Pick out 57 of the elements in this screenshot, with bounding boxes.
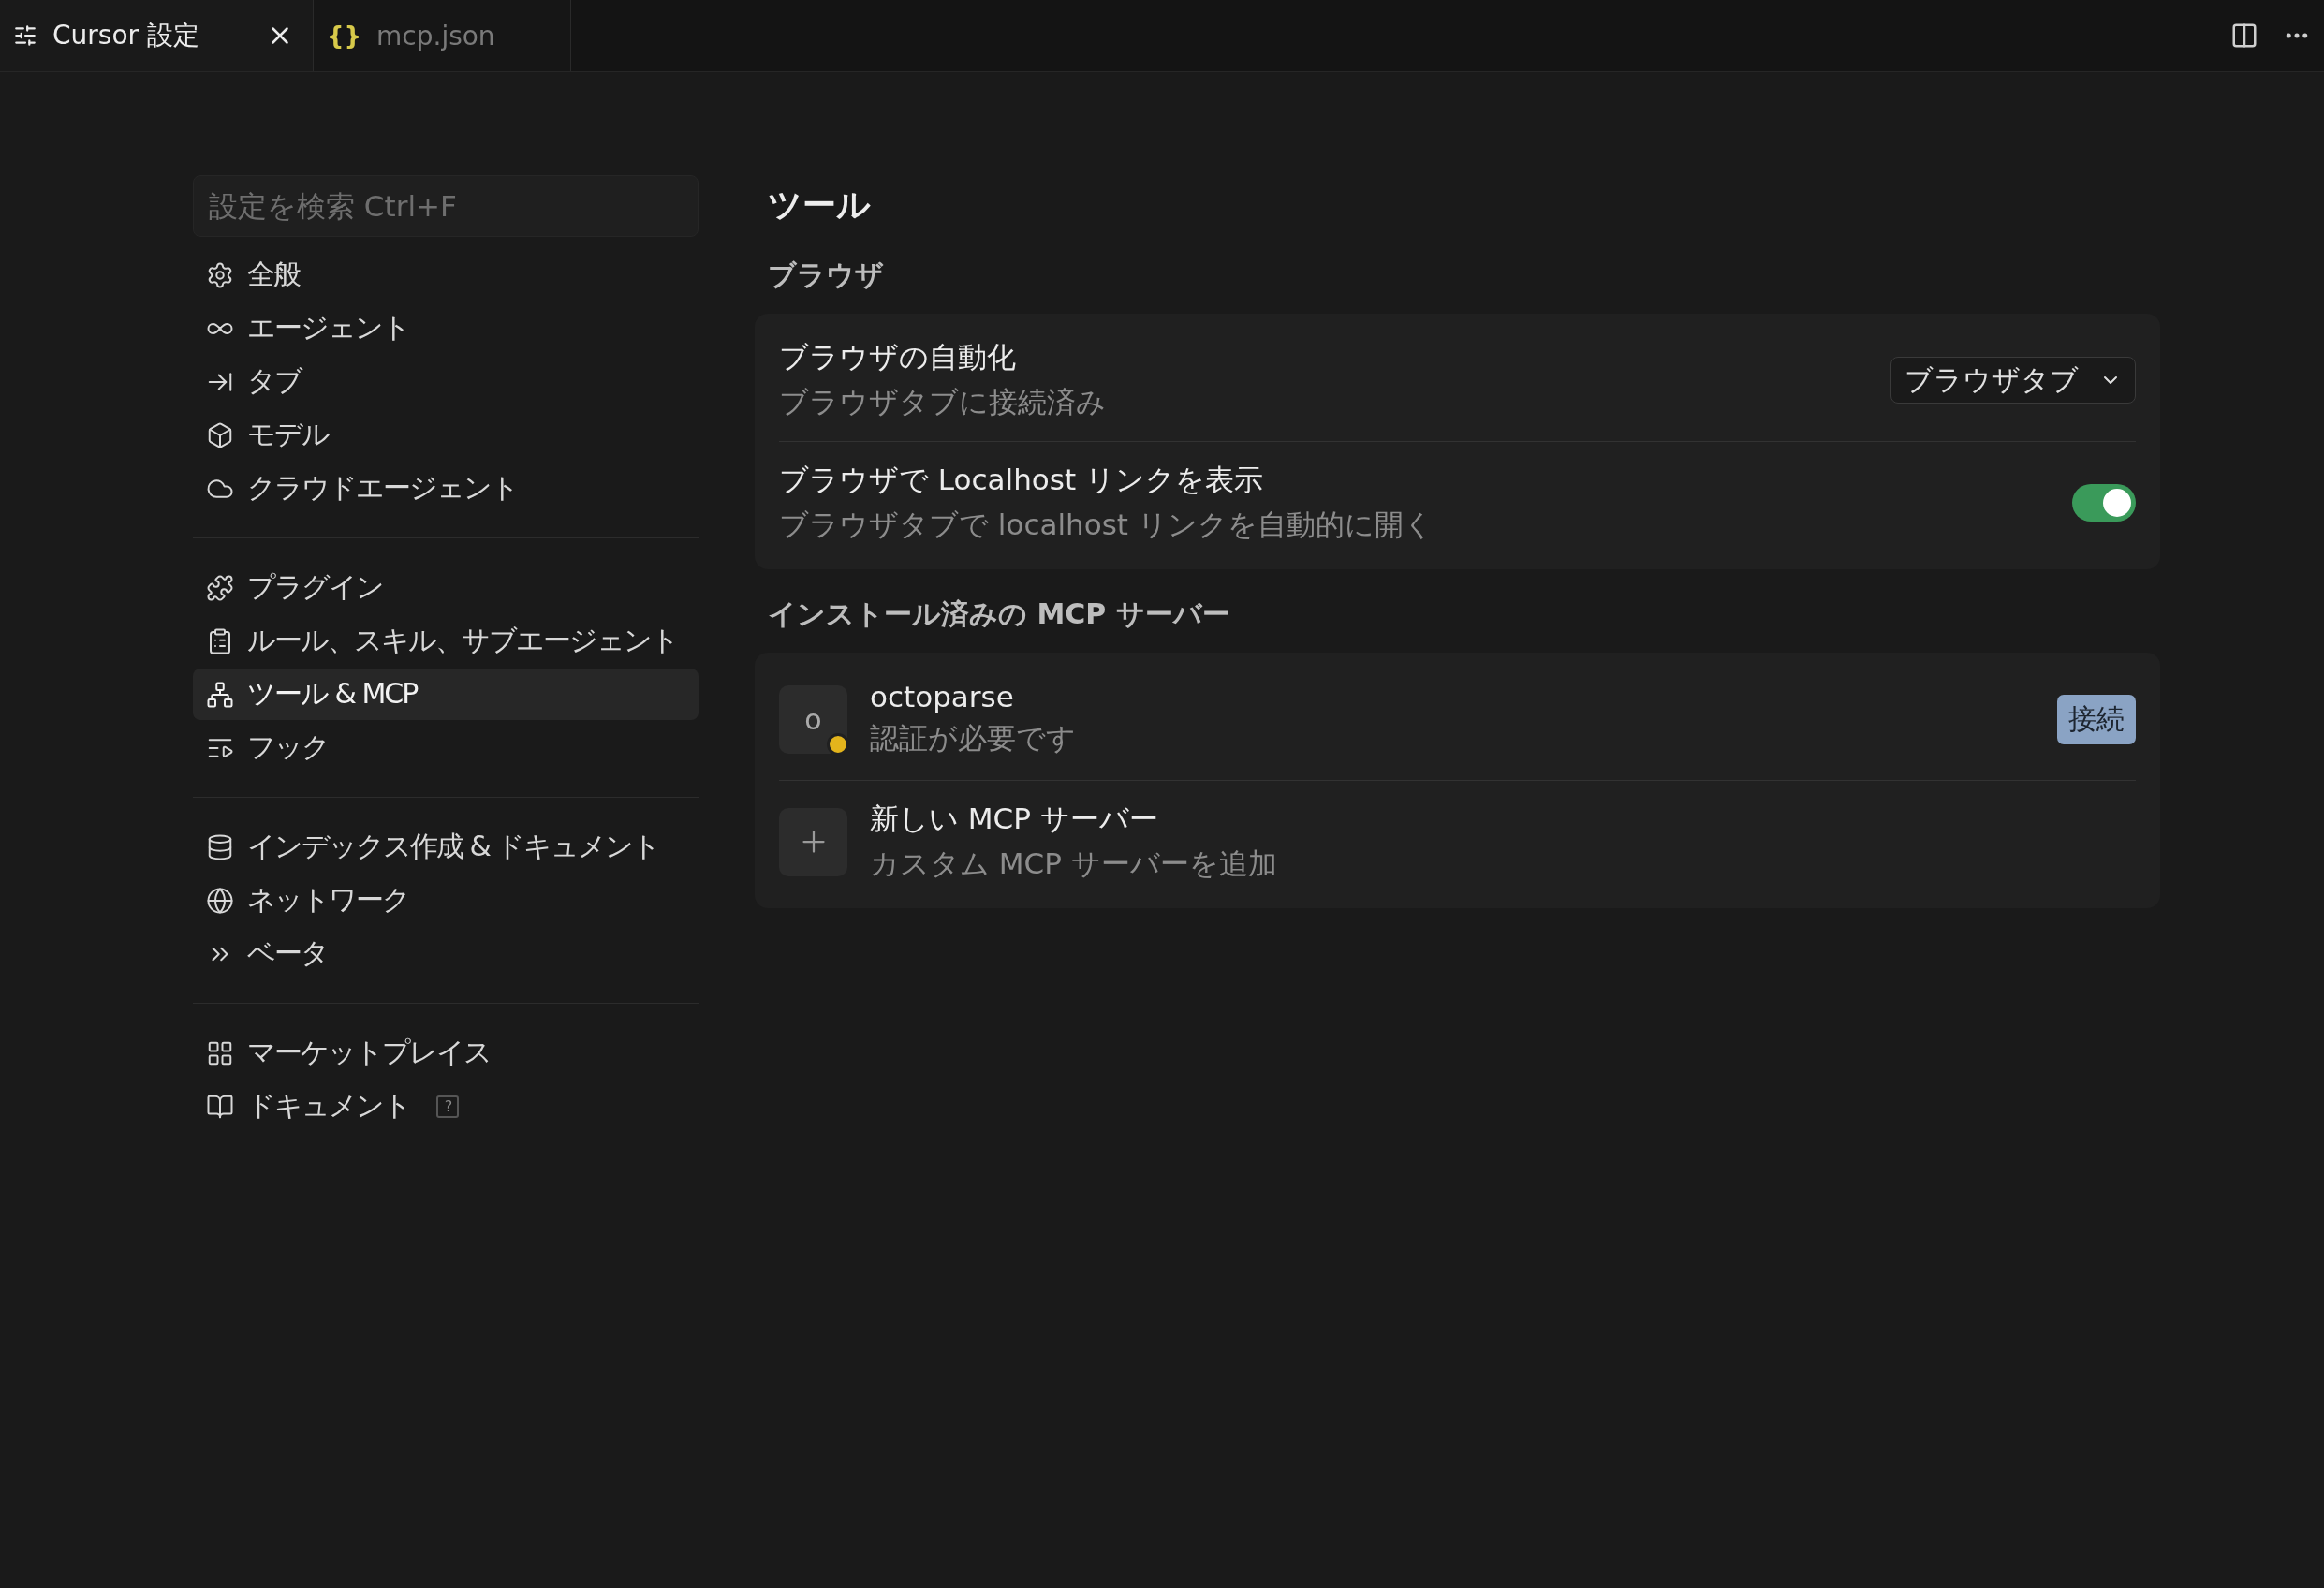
sidebar-item-label: ルール、スキル、サブエージェント bbox=[247, 623, 678, 658]
sidebar-item[interactable]: プラグイン bbox=[193, 562, 699, 613]
database-icon bbox=[206, 832, 234, 861]
toggle-switch[interactable] bbox=[2072, 484, 2136, 522]
row-title: ブラウザの自動化 bbox=[779, 339, 1017, 375]
split-editor-icon[interactable] bbox=[2230, 22, 2258, 50]
editor-tab[interactable]: Cursor 設定 bbox=[0, 0, 314, 71]
page-title: ツール bbox=[767, 184, 872, 226]
sidebar-item[interactable]: 全般 bbox=[193, 249, 699, 301]
row-title: ブラウザで Localhost リンクを表示 bbox=[779, 462, 1264, 498]
sidebar-item[interactable]: ベータ bbox=[193, 928, 699, 979]
sidebar-item-label: 全般 bbox=[247, 257, 300, 292]
tab-label: mcp.json bbox=[376, 20, 496, 51]
row-description: ブラウザタブに接続済み bbox=[779, 384, 1107, 420]
sidebar-item-label: クラウドエージェント bbox=[247, 470, 518, 506]
sidebar-item[interactable]: ツール & MCP bbox=[193, 669, 699, 720]
puzzle-icon bbox=[206, 573, 234, 602]
sidebar-item[interactable]: ルール、スキル、サブエージェント bbox=[193, 615, 699, 667]
section-heading: ブラウザ bbox=[767, 257, 885, 293]
search-field[interactable]: 設定を検索 Ctrl+F bbox=[193, 175, 699, 237]
sidebar-item[interactable]: ドキュメント ? bbox=[193, 1081, 699, 1132]
connect-button[interactable]: 接続 bbox=[2057, 694, 2136, 744]
sidebar-item-label: ネットワーク bbox=[247, 882, 409, 918]
sliders-icon bbox=[13, 23, 37, 48]
sidebar-item[interactable]: インデックス作成 & ドキュメント bbox=[193, 821, 699, 873]
sidebar-item-label: インデックス作成 & ドキュメント bbox=[247, 829, 660, 864]
sidebar-item-label: ベータ bbox=[247, 935, 328, 971]
row-description: カスタム MCP サーバーを追加 bbox=[870, 845, 1278, 882]
sidebar-item[interactable]: エージェント bbox=[193, 302, 699, 354]
external-link-icon: ? bbox=[436, 1095, 459, 1118]
sidebar-item[interactable]: タブ bbox=[193, 356, 699, 407]
section-heading: インストール済みの MCP サーバー bbox=[767, 596, 1231, 632]
row-title: octoparse bbox=[870, 680, 1015, 713]
server-avatar: o bbox=[779, 684, 847, 754]
globe-icon bbox=[206, 886, 234, 915]
gear-icon bbox=[206, 260, 234, 289]
cube-icon bbox=[206, 420, 234, 449]
braces-icon: {} bbox=[327, 22, 362, 50]
sidebar-item-label: マーケットプレイス bbox=[247, 1035, 491, 1070]
row-title: 新しい MCP サーバー bbox=[870, 801, 1159, 837]
sidebar-item[interactable]: ネットワーク bbox=[193, 875, 699, 926]
dropdown[interactable]: ブラウザタブ bbox=[1890, 357, 2136, 404]
sidebar-item-label: フック bbox=[247, 729, 329, 765]
row-description: ブラウザタブで localhost リンクを自動的に開く bbox=[779, 507, 1434, 543]
sidebar-item[interactable]: クラウドエージェント bbox=[193, 463, 699, 514]
sidebar-item[interactable]: モデル bbox=[193, 409, 699, 461]
tab-label: Cursor 設定 bbox=[52, 19, 200, 52]
sidebar-item-label: ツール & MCP bbox=[247, 676, 418, 712]
sidebar-item[interactable]: フック bbox=[193, 722, 699, 773]
sidebar-item[interactable]: マーケットプレイス bbox=[193, 1027, 699, 1079]
sidebar-item-label: ドキュメント bbox=[247, 1088, 410, 1124]
network-icon bbox=[206, 680, 234, 709]
sidebar-item-label: プラグイン bbox=[247, 569, 383, 605]
sidebar-item-label: モデル bbox=[247, 417, 329, 452]
sidebar-item-label: エージェント bbox=[247, 310, 409, 346]
sidebar-item-label: タブ bbox=[247, 363, 302, 399]
row-description: 認証が必要です bbox=[870, 720, 1077, 757]
